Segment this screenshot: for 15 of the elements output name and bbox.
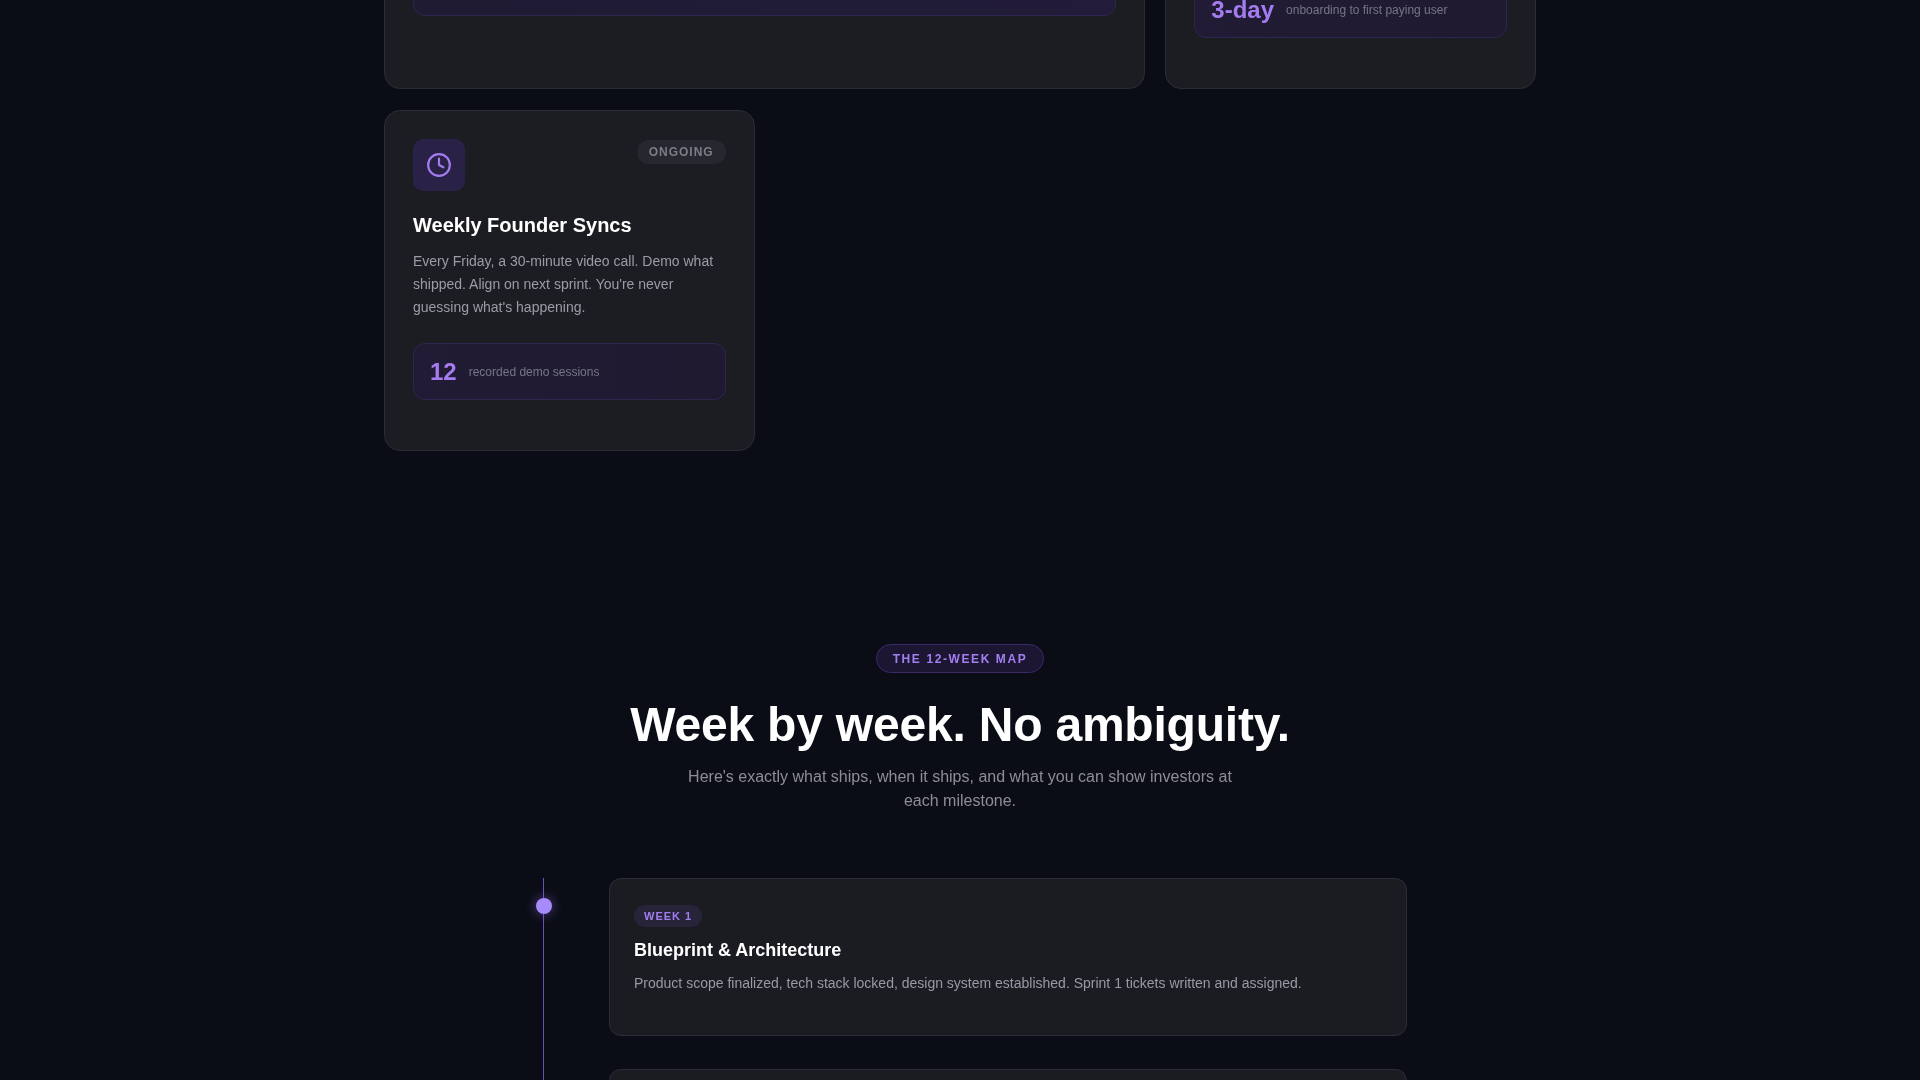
section-heading: Week by week. No ambiguity. <box>630 697 1290 753</box>
section-subheading: Here's exactly what ships, when it ships, and what you can show investors at each milestone. <box>687 767 1233 811</box>
status-badge: ONGOING <box>636 140 726 164</box>
stat-value: 12 <box>430 359 457 384</box>
milestone-title: Blueprint & Architecture <box>634 939 842 962</box>
card-description: Every Friday, a 30-minute video call. Demo what shipped. Align on next sprint. You're never guessing what's happening. <box>413 252 715 317</box>
stat-value: 3-day <box>1211 0 1275 22</box>
stat-label: recorded demo sessions <box>468 364 600 379</box>
milestone-description: Product scope finalized, tech stack locked, design system established. Sprint 1 tickets written and assigned. <box>634 974 1302 993</box>
section-eyebrow-badge: THE 12-WEEK MAP <box>875 644 1045 673</box>
timeline-marker-icon <box>536 898 552 914</box>
stat-label: onboarding to first paying user <box>1286 2 1448 17</box>
clock-icon <box>413 139 465 191</box>
card-title: Weekly Founder Syncs <box>413 213 633 238</box>
week-badge: WEEK 1 <box>634 905 703 927</box>
